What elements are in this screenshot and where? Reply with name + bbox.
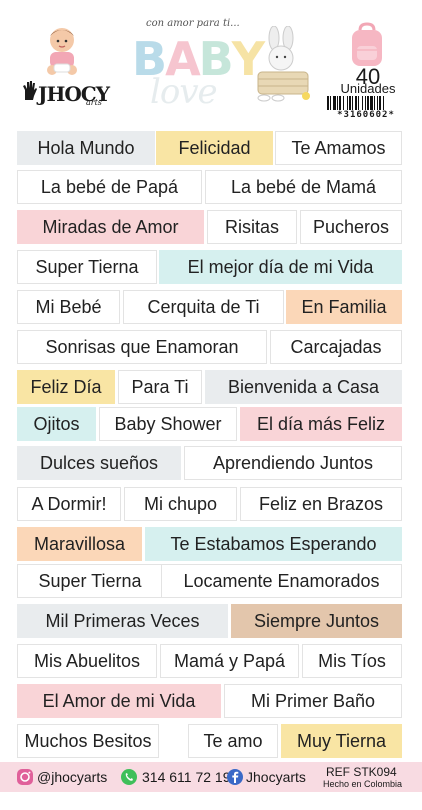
sticker-label: Locamente Enamorados bbox=[161, 564, 402, 598]
sticker-label: Risitas bbox=[207, 210, 297, 244]
sticker-label: Super Tierna bbox=[17, 564, 163, 598]
brand-logo: JHOCY arts bbox=[22, 80, 112, 107]
sticker-label: Hola Mundo bbox=[17, 131, 155, 165]
sticker-label: Mis Tíos bbox=[302, 644, 402, 678]
barcode-icon bbox=[327, 96, 384, 110]
facebook-handle[interactable]: Jhocyarts bbox=[246, 769, 306, 785]
sticker-label: Te Amamos bbox=[275, 131, 402, 165]
title-block: con amor para ti... BABY love bbox=[128, 10, 324, 112]
sticker-label: Muchos Besitos bbox=[17, 724, 159, 758]
sticker-label: La bebé de Mamá bbox=[205, 170, 402, 204]
instagram-icon bbox=[17, 769, 33, 785]
sticker-label: Mi Bebé bbox=[17, 290, 120, 324]
facebook-icon bbox=[227, 769, 243, 785]
sticker-label: Feliz en Brazos bbox=[240, 487, 402, 521]
sticker-label: Te amo bbox=[188, 724, 278, 758]
sticker-label: Bienvenida a Casa bbox=[205, 370, 402, 404]
title-script: con amor para ti... bbox=[146, 18, 240, 29]
reference-code: REF STK094 bbox=[326, 765, 397, 779]
sticker-label: Super Tierna bbox=[17, 250, 157, 284]
sticker-label: Dulces sueños bbox=[17, 446, 181, 480]
unit-label: Unidades bbox=[340, 81, 396, 96]
sticker-label: Te Estabamos Esperando bbox=[145, 527, 402, 561]
sticker-label: La bebé de Papá bbox=[17, 170, 202, 204]
sticker-label: Ojitos bbox=[17, 407, 96, 441]
bunny-illustration-icon bbox=[257, 26, 310, 102]
sticker-label: El día más Feliz bbox=[240, 407, 402, 441]
sticker-label: Mamá y Papá bbox=[160, 644, 299, 678]
sticker-label: El mejor día de mi Vida bbox=[159, 250, 402, 284]
made-in: Hecho en Colombia bbox=[323, 779, 403, 789]
sticker-label: Para Ti bbox=[118, 370, 202, 404]
sticker-label: Sonrisas que Enamoran bbox=[17, 330, 267, 364]
sticker-label: Miradas de Amor bbox=[17, 210, 204, 244]
sticker-label: Felicidad bbox=[156, 131, 273, 165]
sticker-label: Muy Tierna bbox=[281, 724, 402, 758]
backpack-icon bbox=[352, 22, 382, 66]
barcode-number: *3160602* bbox=[337, 110, 395, 120]
baby-illustration-icon bbox=[47, 28, 77, 75]
instagram-handle[interactable]: @jhocyarts bbox=[37, 769, 107, 785]
sticker-label: Siempre Juntos bbox=[231, 604, 402, 638]
sticker-label: Carcajadas bbox=[270, 330, 402, 364]
sticker-label: Mi Primer Baño bbox=[224, 684, 402, 718]
handprint-icon bbox=[23, 81, 37, 100]
sticker-label: Mi chupo bbox=[124, 487, 237, 521]
whatsapp-number[interactable]: 314 611 72 19 bbox=[142, 769, 231, 785]
sticker-label: Cerquita de Ti bbox=[123, 290, 284, 324]
sticker-label: Maravillosa bbox=[17, 527, 142, 561]
footer: @jhocyarts 314 611 72 19 Jhocyarts REF S… bbox=[0, 762, 422, 792]
sticker-label: Pucheros bbox=[300, 210, 402, 244]
whatsapp-icon bbox=[121, 769, 137, 785]
header: JHOCY arts con amor para ti... BABY love… bbox=[0, 0, 422, 128]
sticker-label: El Amor de mi Vida bbox=[17, 684, 221, 718]
brand-sub: arts bbox=[86, 98, 102, 107]
sticker-label: A Dormir! bbox=[17, 487, 121, 521]
sticker-label: Aprendiendo Juntos bbox=[184, 446, 402, 480]
sticker-label: En Familia bbox=[286, 290, 402, 324]
sticker-label: Baby Shower bbox=[99, 407, 237, 441]
title-love: love bbox=[150, 72, 218, 112]
sticker-label: Mis Abuelitos bbox=[17, 644, 157, 678]
sticker-label: Feliz Día bbox=[17, 370, 115, 404]
sticker-label: Mil Primeras Veces bbox=[17, 604, 228, 638]
